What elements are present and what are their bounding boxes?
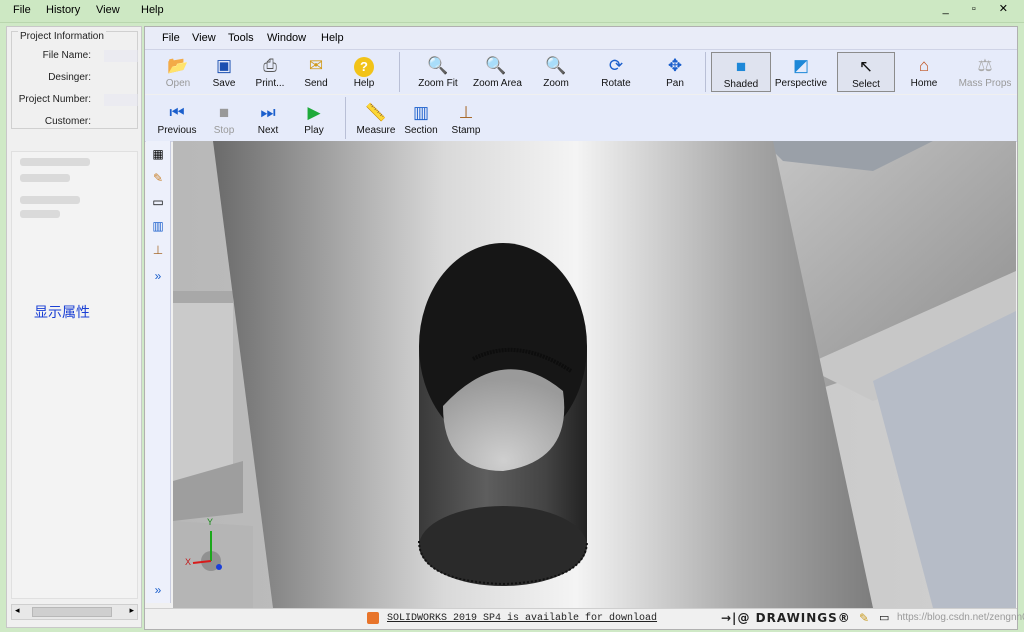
project-number-label: Project Number:	[18, 94, 91, 105]
open-button[interactable]: 📂 Open	[155, 52, 201, 92]
section-icon: ▥	[412, 103, 430, 122]
main-toolbar: 📂 Open ▣ Save ⎙ Print... ✉ Send ? Help 🔍 Zoom …	[145, 50, 1017, 94]
pan-icon: ✥	[667, 56, 683, 75]
envelope-icon: ✉	[308, 56, 324, 75]
triad-y-label: Y	[207, 517, 214, 527]
previous-icon: ⏮	[169, 103, 185, 122]
left-panel: Project Information File Name: Desinger:…	[6, 26, 142, 628]
measure-status-icon[interactable]: ▭	[879, 611, 889, 624]
edrawings-logo: →|@ DRAWINGS®	[721, 611, 851, 625]
measure-button[interactable]: 📏 Measure	[353, 99, 399, 139]
section-button[interactable]: ▥ Section	[398, 99, 444, 139]
customer-label: Customer:	[44, 116, 91, 127]
cursor-icon: ↖	[858, 57, 874, 76]
scale-icon: ⚖	[977, 56, 993, 75]
stamp-icon: ⊥	[458, 103, 474, 122]
display-properties-label: 显示属性	[34, 305, 90, 321]
print-button[interactable]: ⎙ Print...	[247, 52, 293, 92]
rss-icon	[367, 612, 379, 624]
watermark-text: https://blog.csdn.net/zengnn0612	[897, 612, 1024, 623]
stamp-button[interactable]: ⊥ Stamp	[443, 99, 489, 139]
stamp-small-icon[interactable]: ⊥	[149, 241, 167, 259]
mass-props-button[interactable]: ⚖ Mass Props	[957, 52, 1013, 92]
scroll-right-icon[interactable]: ▸	[129, 605, 134, 616]
zoom-fit-icon: 🔍	[427, 56, 449, 75]
project-information-title: Project Information	[18, 31, 106, 42]
3d-model-view[interactable]: Y X	[173, 141, 1016, 608]
pipe-model-render	[173, 141, 1016, 608]
measure-icon: 📏	[365, 103, 387, 122]
rotate-icon: ⟳	[608, 56, 624, 75]
zoom-icon: 🔍	[545, 56, 567, 75]
project-number-value	[104, 94, 138, 106]
previous-button[interactable]: ⏮ Previous	[154, 99, 200, 139]
send-button[interactable]: ✉ Send	[293, 52, 339, 92]
next-button[interactable]: ⏭ Next	[245, 99, 291, 139]
help-button[interactable]: ? Help	[341, 52, 387, 92]
designer-label: Desinger:	[48, 72, 91, 83]
project-information-group: Project Information File Name: Desinger:…	[11, 31, 138, 129]
rotate-button[interactable]: ⟳ Rotate	[593, 52, 639, 92]
pencil-icon[interactable]: ✎	[149, 169, 167, 187]
viewer-menu-window[interactable]: Window	[267, 32, 306, 44]
menu-help[interactable]: Help	[141, 4, 164, 16]
menu-history[interactable]: History	[46, 4, 80, 16]
home-icon: ⌂	[918, 56, 930, 75]
shaded-button[interactable]: ■ Shaded	[711, 52, 771, 92]
side-toolbar: ▦ ✎ ▭ ▥ ⊥ » »	[146, 141, 171, 603]
window-controls[interactable]: _ ▫ ✕	[943, 2, 1018, 15]
printer-icon: ⎙	[263, 56, 277, 75]
zoom-area-button[interactable]: 🔍 Zoom Area	[473, 52, 522, 92]
viewer-window: File View Tools Window Help 📂 Open ▣ Save …	[144, 26, 1024, 630]
home-button[interactable]: ⌂ Home	[901, 52, 947, 92]
pan-button[interactable]: ✥ Pan	[652, 52, 698, 92]
folder-icon: 📂	[167, 56, 189, 75]
scroll-left-icon[interactable]: ◂	[15, 605, 20, 616]
main-menu-bar: File History View Help _ ▫ ✕	[0, 0, 1024, 23]
viewer-menu-view[interactable]: View	[192, 32, 216, 44]
viewer-menu-help[interactable]: Help	[321, 32, 344, 44]
status-bar: SOLIDWORKS 2019 SP4 is available for dow…	[145, 608, 1024, 629]
perspective-cube-icon: ◩	[792, 56, 810, 75]
section-small-icon[interactable]: ▥	[149, 217, 167, 235]
horizontal-scrollbar[interactable]: ◂ ▸	[11, 604, 138, 620]
zoom-area-icon: 🔍	[485, 56, 507, 75]
scroll-thumb[interactable]	[32, 607, 112, 617]
measure-small-icon[interactable]: ▭	[149, 193, 167, 211]
viewer-menu-tools[interactable]: Tools	[228, 32, 254, 44]
image-icon[interactable]: ▦	[149, 145, 167, 163]
play-icon: ▶	[307, 103, 321, 122]
question-icon: ?	[341, 54, 387, 78]
pencil-status-icon[interactable]: ✎	[859, 611, 869, 625]
viewer-menu-bar: File View Tools Window Help	[145, 27, 1017, 50]
play-button[interactable]: ▶ Play	[291, 99, 337, 139]
viewer-menu-file[interactable]: File	[162, 32, 180, 44]
perspective-button[interactable]: ◩ Perspective	[773, 52, 829, 92]
expand-icon[interactable]: »	[149, 267, 167, 285]
axis-triad: Y X	[183, 517, 233, 577]
select-button[interactable]: ↖ Select	[837, 52, 895, 92]
update-notification-link[interactable]: SOLIDWORKS 2019 SP4 is available for dow…	[387, 613, 657, 624]
menu-view[interactable]: View	[96, 4, 120, 16]
next-icon: ⏭	[260, 103, 276, 122]
zoom-fit-button[interactable]: 🔍 Zoom Fit	[415, 52, 461, 92]
display-properties-panel: 显示属性	[11, 151, 138, 599]
floppy-icon: ▣	[215, 56, 233, 75]
stop-button[interactable]: ■ Stop	[201, 99, 247, 139]
shaded-cube-icon: ■	[735, 57, 747, 76]
expand-bottom-icon[interactable]: »	[149, 581, 167, 599]
file-name-value	[104, 50, 138, 62]
triad-x-label: X	[185, 557, 192, 567]
save-button[interactable]: ▣ Save	[201, 52, 247, 92]
zoom-button[interactable]: 🔍 Zoom	[533, 52, 579, 92]
menu-file[interactable]: File	[13, 4, 31, 16]
animation-toolbar: ⏮ Previous ■ Stop ⏭ Next ▶ Play 📏 Measure ▥ Se…	[145, 95, 1017, 142]
file-name-label: File Name:	[42, 50, 91, 61]
stop-icon: ■	[218, 103, 230, 122]
